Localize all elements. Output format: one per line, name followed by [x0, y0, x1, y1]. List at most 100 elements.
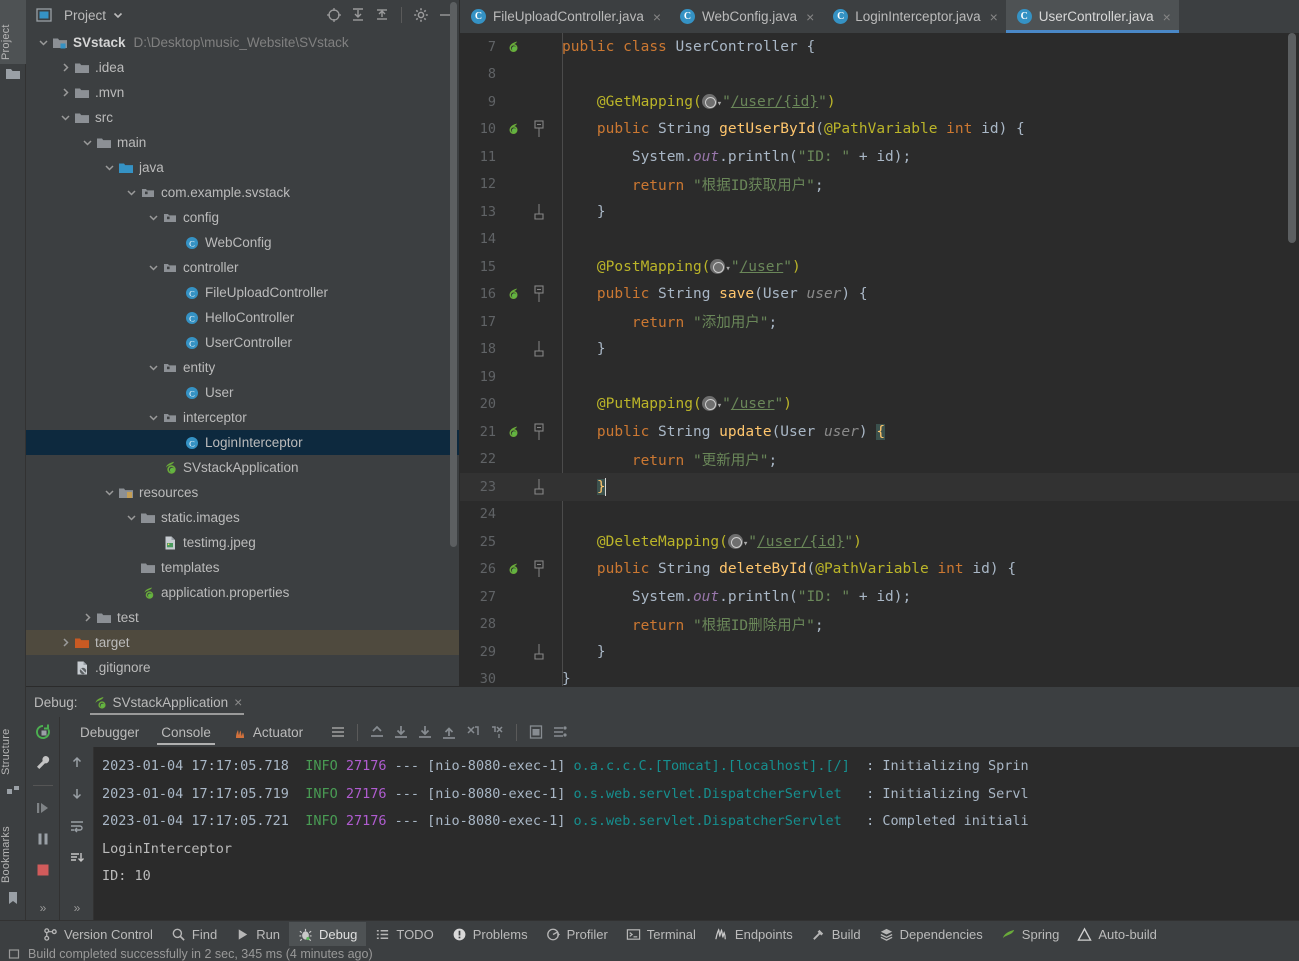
tree-item--mvn[interactable]: .mvn	[26, 80, 460, 105]
editor-tab-fileuploadcontroller-java[interactable]: C FileUploadController.java ×	[460, 0, 669, 33]
code-line[interactable]: 25 @DeleteMapping(▾"/user/{id}")	[460, 528, 1299, 556]
tree-item-webconfig[interactable]: C WebConfig	[26, 230, 460, 255]
toolwindow-button-build[interactable]: Build	[802, 922, 870, 946]
close-tab-icon[interactable]: ×	[806, 10, 814, 24]
soft-wrap-icon[interactable]	[66, 815, 88, 837]
toolwindow-button-endpoints[interactable]: Endpoints	[705, 922, 802, 946]
fold-collapse-icon[interactable]	[524, 283, 554, 305]
settings-gear-icon[interactable]	[412, 6, 430, 24]
chevron-down-icon[interactable]	[124, 505, 139, 530]
toolwindow-button-todo[interactable]: TODO	[366, 922, 442, 946]
code-line[interactable]: 29 }	[460, 638, 1299, 666]
code-line[interactable]: 10 public String getUserById(@PathVariab…	[460, 116, 1299, 144]
fold-collapse-icon[interactable]	[524, 118, 554, 140]
chevron-down-icon[interactable]	[124, 180, 139, 205]
project-tree-scrollbar[interactable]	[450, 2, 457, 547]
fold-end-icon[interactable]	[524, 476, 554, 498]
tab-console[interactable]: Console	[151, 718, 221, 746]
tree-item-target[interactable]: target	[26, 630, 460, 655]
code-line[interactable]: 11 System.out.println("ID: " + id);	[460, 143, 1299, 171]
editor-tab-bar[interactable]: C FileUploadController.java × C WebConfig.ja…	[460, 0, 1299, 33]
layout-settings-icon[interactable]	[327, 721, 349, 743]
code-line[interactable]: 16 public String save(User user) {	[460, 281, 1299, 309]
more-icon[interactable]: »	[40, 901, 47, 921]
code-line[interactable]: 7 public class UserController {	[460, 33, 1299, 61]
fold-collapse-icon[interactable]	[524, 421, 554, 443]
stop-icon[interactable]	[32, 859, 54, 881]
close-tab-icon[interactable]: ×	[653, 10, 661, 24]
code-line[interactable]: 12 return "根据ID获取用户";	[460, 171, 1299, 199]
tree-item-fileuploadcontroller[interactable]: C FileUploadController	[26, 280, 460, 305]
toolwindow-button-spring[interactable]: Spring	[992, 922, 1069, 946]
tree-item-hellocontroller[interactable]: C HelloController	[26, 305, 460, 330]
tree-item-application-properties[interactable]: application.properties	[26, 580, 460, 605]
fold-end-icon[interactable]	[524, 641, 554, 663]
toolwindow-button-debug[interactable]: Debug	[289, 922, 367, 946]
rail-item-bookmarks[interactable]: Bookmarks	[0, 805, 26, 887]
code-line[interactable]: 26 public String deleteById(@PathVariabl…	[460, 556, 1299, 584]
editor-scrollbar[interactable]	[1288, 33, 1296, 243]
close-tab-icon[interactable]: ×	[1163, 10, 1171, 24]
code-line[interactable]: 23 }	[460, 473, 1299, 501]
step-into-icon[interactable]	[414, 721, 436, 743]
code-line[interactable]: 22 return "更新用户";	[460, 446, 1299, 474]
spring-mapping-gutter-icon[interactable]	[502, 287, 524, 301]
code-line[interactable]: 8	[460, 61, 1299, 89]
toolwindow-button-terminal[interactable]: Terminal	[617, 922, 705, 946]
console-output[interactable]: 2023-01-04 17:17:05.718 INFO 27176 --- […	[94, 747, 1299, 921]
tree-item--gitignore[interactable]: .gitignore	[26, 655, 460, 680]
code-line[interactable]: 17 return "添加用户";	[460, 308, 1299, 336]
chevron-down-icon[interactable]	[146, 405, 161, 430]
fold-collapse-icon[interactable]	[524, 558, 554, 580]
editor-tab-usercontroller-java[interactable]: C UserController.java ×	[1005, 0, 1179, 33]
chevron-down-icon[interactable]	[146, 205, 161, 230]
tree-item-test[interactable]: test	[26, 605, 460, 630]
calculator-icon[interactable]	[525, 721, 547, 743]
pause-program-icon[interactable]	[32, 828, 54, 850]
wrench-settings-icon[interactable]	[32, 752, 54, 774]
step-over-icon[interactable]	[390, 721, 412, 743]
tree-item-templates[interactable]: templates	[26, 555, 460, 580]
tree-item-main[interactable]: main	[26, 130, 460, 155]
code-line[interactable]: 9 @GetMapping(▾"/user/{id}")	[460, 88, 1299, 116]
code-line[interactable]: 27 System.out.println("ID: " + id);	[460, 583, 1299, 611]
chevron-right-icon[interactable]	[80, 605, 95, 630]
close-icon[interactable]: ×	[234, 694, 242, 710]
more-icon[interactable]: »	[74, 901, 81, 921]
tree-item-testimg-jpeg[interactable]: testimg.jpeg	[26, 530, 460, 555]
code-line[interactable]: 15 @PostMapping(▾"/user")	[460, 253, 1299, 281]
toolwindow-button-problems[interactable]: Problems	[443, 922, 537, 946]
tree-item-usercontroller[interactable]: C UserController	[26, 330, 460, 355]
tree-item-interceptor[interactable]: interceptor	[26, 405, 460, 430]
chevron-down-icon[interactable]	[146, 355, 161, 380]
run-to-cursor-icon[interactable]	[462, 721, 484, 743]
spring-mapping-gutter-icon[interactable]	[502, 122, 524, 136]
tree-item-static-images[interactable]: static.images	[26, 505, 460, 530]
editor-tab-webconfig-java[interactable]: C WebConfig.java ×	[669, 0, 822, 33]
spring-mapping-gutter-icon[interactable]	[502, 562, 524, 576]
chevron-right-icon[interactable]	[58, 80, 73, 105]
tree-item--idea[interactable]: .idea	[26, 55, 460, 80]
code-line[interactable]: 18 }	[460, 336, 1299, 364]
tool-window-bar[interactable]: Version Control Find Run Debug TODO Problems P…	[0, 920, 1299, 947]
code-line[interactable]: 30}	[460, 666, 1299, 686]
code-line[interactable]: 21 public String update(User user) {	[460, 418, 1299, 446]
url-mapping-icon[interactable]	[701, 93, 717, 109]
evaluate-expression-icon[interactable]	[486, 721, 508, 743]
debug-tab-row[interactable]: Debugger Console Actuator	[60, 717, 1299, 747]
tree-item-resources[interactable]: resources	[26, 480, 460, 505]
code-line[interactable]: 19	[460, 363, 1299, 391]
expand-all-icon[interactable]	[349, 6, 367, 24]
chevron-down-icon[interactable]	[36, 30, 51, 55]
collapse-all-icon[interactable]	[373, 6, 391, 24]
code-line[interactable]: 13 }	[460, 198, 1299, 226]
toolwindow-button-run[interactable]: Run	[226, 922, 289, 946]
spring-mapping-gutter-icon[interactable]	[502, 425, 524, 439]
tab-debugger[interactable]: Debugger	[70, 718, 149, 746]
toolwindow-button-profiler[interactable]: Profiler	[537, 922, 617, 946]
code-line[interactable]: 28 return "根据ID删除用户";	[460, 611, 1299, 639]
fold-end-icon[interactable]	[524, 201, 554, 223]
chevron-down-icon[interactable]	[146, 255, 161, 280]
chevron-down-icon[interactable]	[102, 480, 117, 505]
rail-item-structure[interactable]: Structure	[0, 705, 26, 779]
